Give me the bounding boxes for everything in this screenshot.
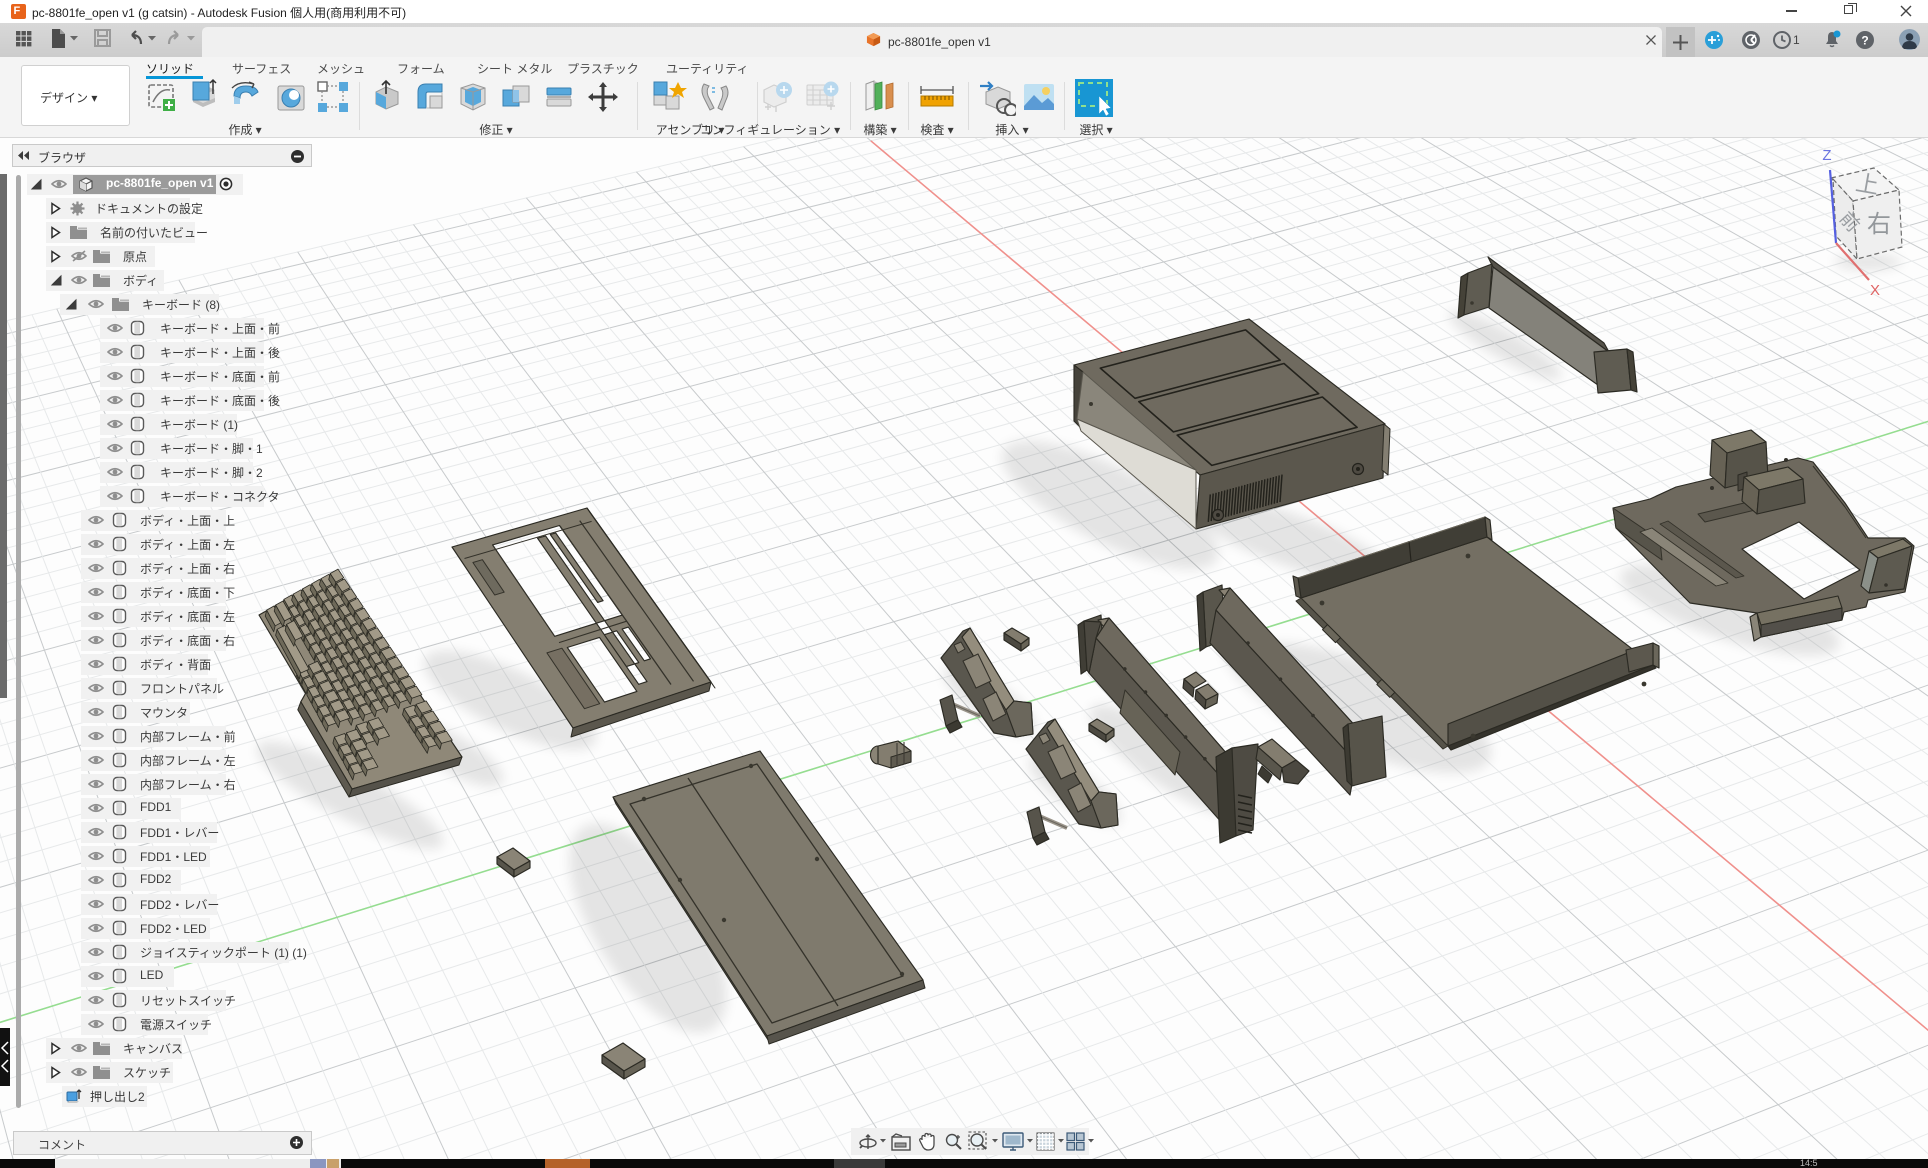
svg-text:上: 上: [1854, 169, 1881, 199]
svg-text:X: X: [1870, 282, 1880, 299]
svg-text:右: 右: [1867, 211, 1891, 238]
svg-text:?: ?: [1861, 34, 1868, 48]
svg-text:Z: Z: [1822, 147, 1831, 164]
